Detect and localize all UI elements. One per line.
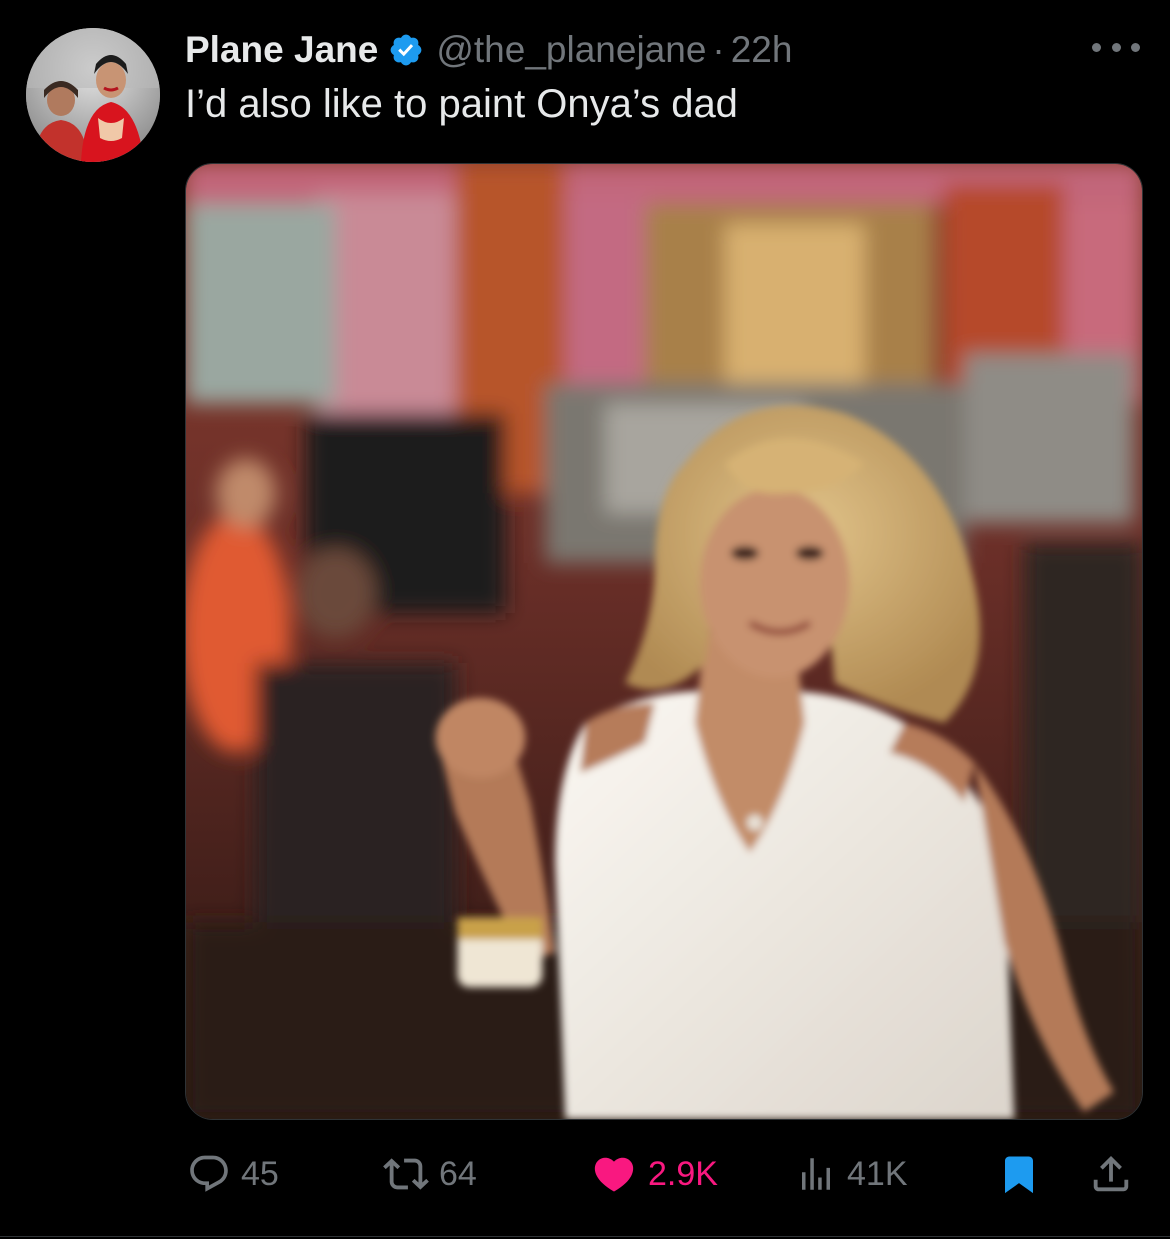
views-icon xyxy=(802,1158,830,1190)
tweet-bottom-divider xyxy=(0,1236,1170,1237)
bookmark-button[interactable] xyxy=(998,1144,1040,1204)
more-dot xyxy=(1092,42,1101,52)
tweet-actions-bar: 45 64 2.9K 41K xyxy=(0,1144,1170,1204)
more-dot xyxy=(1131,42,1140,52)
views-button[interactable]: 41K xyxy=(795,1144,908,1204)
share-button[interactable] xyxy=(1088,1144,1134,1204)
retweet-count: 64 xyxy=(439,1154,477,1193)
reply-count: 45 xyxy=(241,1154,279,1193)
tweet-timestamp[interactable]: 22h xyxy=(731,29,793,71)
tweet: Plane Jane @the_planejane · 22h I’d also… xyxy=(0,0,1170,1239)
tweet-text: I’d also like to paint Onya’s dad xyxy=(185,82,738,126)
like-button[interactable]: 2.9K xyxy=(590,1144,718,1204)
more-options-icon[interactable] xyxy=(1092,34,1140,60)
tweet-header: Plane Jane @the_planejane · 22h xyxy=(185,26,792,74)
avatar-image xyxy=(26,28,160,162)
media-photo-image xyxy=(186,164,1142,1119)
author-avatar[interactable] xyxy=(26,28,160,162)
heart-filled-icon xyxy=(594,1157,634,1192)
share-icon xyxy=(1093,1155,1129,1192)
header-separator: · xyxy=(712,29,725,70)
author-handle[interactable]: @the_planejane xyxy=(436,29,706,71)
tweet-media-photo[interactable] xyxy=(185,163,1143,1120)
like-count: 2.9K xyxy=(648,1154,718,1193)
reply-button[interactable]: 45 xyxy=(187,1144,279,1204)
bookmark-filled-icon xyxy=(1005,1156,1033,1194)
views-count: 41K xyxy=(847,1154,908,1193)
verified-badge-icon xyxy=(388,32,424,68)
retweet-icon xyxy=(383,1158,429,1190)
author-display-name[interactable]: Plane Jane xyxy=(185,29,378,71)
reply-icon xyxy=(190,1155,228,1192)
more-dot xyxy=(1111,42,1121,52)
retweet-button[interactable]: 64 xyxy=(383,1144,477,1204)
